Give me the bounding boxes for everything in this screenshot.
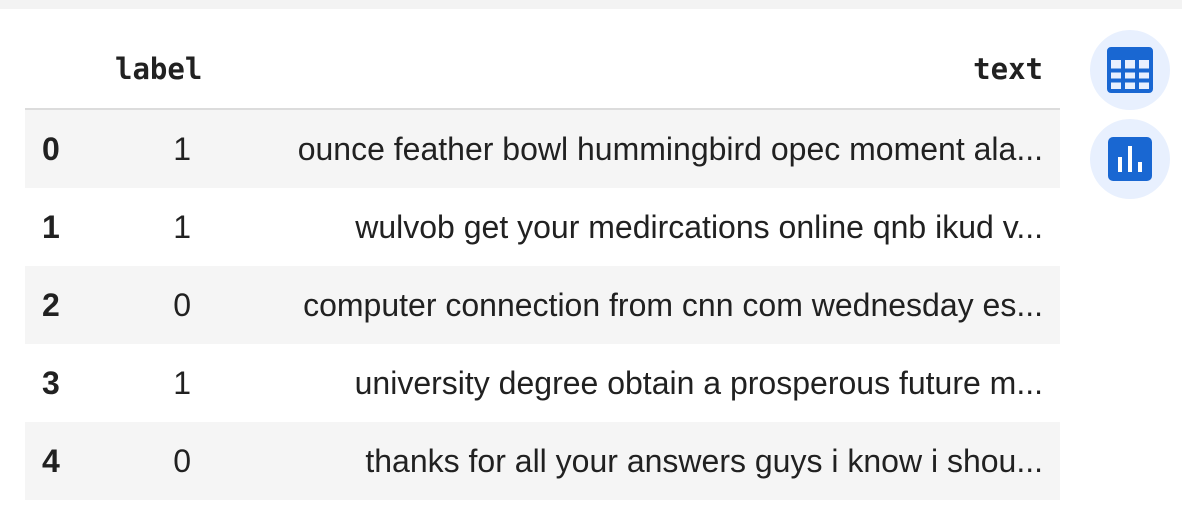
suggest-charts-button[interactable] [1090,119,1170,199]
index-column-header [25,30,115,110]
text-cell: thanks for all your answers guys i know … [365,442,1043,479]
label-cell: 1 [173,208,191,245]
table-row: 4 0 thanks for all your answers guys i k… [25,422,1060,500]
table-row: 2 0 computer connection from cnn com wed… [25,266,1060,344]
row-index: 2 [42,286,60,323]
text-cell: ounce feather bowl hummingbird opec mome… [297,130,1043,167]
row-index: 3 [42,364,60,401]
table-header-row: label text [25,30,1060,110]
row-index: 4 [42,442,60,479]
row-index: 1 [42,208,60,245]
label-cell: 1 [173,364,191,401]
label-cell: 1 [173,130,191,167]
convert-to-interactive-table-button[interactable] [1090,30,1170,110]
top-strip [0,0,1182,9]
text-cell: computer connection from cnn com wednesd… [303,286,1043,323]
text-cell: university degree obtain a prosperous fu… [354,364,1043,401]
label-cell: 0 [173,442,191,479]
table-row: 0 1 ounce feather bowl hummingbird opec … [25,109,1060,188]
dataframe-table: label text 0 1 ounce feather bowl hummin… [25,30,1060,500]
label-column-header: label [115,30,210,110]
bar-chart-icon [1108,137,1152,181]
label-cell: 0 [173,286,191,323]
table-icon [1107,47,1153,93]
table-row: 3 1 university degree obtain a prosperou… [25,344,1060,422]
text-column-header: text [210,30,1060,110]
text-cell: wulvob get your medircations online qnb … [355,208,1043,245]
table-row: 1 1 wulvob get your medircations online … [25,188,1060,266]
row-index: 0 [42,130,60,167]
